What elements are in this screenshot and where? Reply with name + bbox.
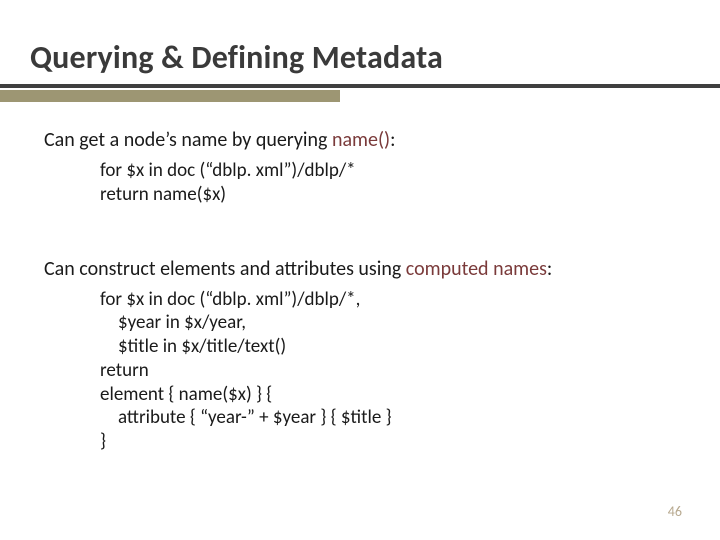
section2-lead-pre: Can construct elements and attributes us…: [44, 257, 406, 281]
section1-fn: name(): [332, 128, 390, 152]
section-gap: [44, 229, 684, 257]
section2-lead-post: :: [547, 257, 552, 281]
code-line: attribute { “year-” + $year } { $title }: [100, 406, 684, 430]
section1-code: for $x in doc (“dblp. xml”)/dblp/* retur…: [100, 159, 684, 207]
section1-lead-pre: Can get a node’s name by querying: [44, 128, 332, 152]
page-number: 46: [668, 503, 682, 520]
code-line: return: [100, 359, 684, 383]
title-divider: [0, 84, 720, 102]
slide-title: Querying & Defining Metadata: [30, 38, 443, 77]
code-line: $title in $x/title/text(): [100, 335, 684, 359]
section2-code: for $x in doc (“dblp. xml”)/dblp/*, $yea…: [100, 288, 684, 454]
section2-lead: Can construct elements and attributes us…: [44, 257, 684, 282]
slide: Querying & Defining Metadata Can get a n…: [0, 0, 720, 540]
code-line: }: [100, 430, 684, 454]
divider-dark: [0, 84, 720, 88]
code-line: element { name($x) } {: [100, 383, 684, 407]
divider-olive: [0, 90, 340, 102]
slide-body: Can get a node’s name by querying name()…: [44, 128, 684, 476]
section1-lead-post: :: [390, 128, 395, 152]
code-line: for $x in doc (“dblp. xml”)/dblp/*,: [100, 288, 684, 312]
code-line: return name($x): [100, 183, 684, 207]
code-line: $year in $x/year,: [100, 311, 684, 335]
section1-lead: Can get a node’s name by querying name()…: [44, 128, 684, 153]
code-line: for $x in doc (“dblp. xml”)/dblp/*: [100, 159, 684, 183]
section2-fn: computed names: [406, 257, 547, 281]
